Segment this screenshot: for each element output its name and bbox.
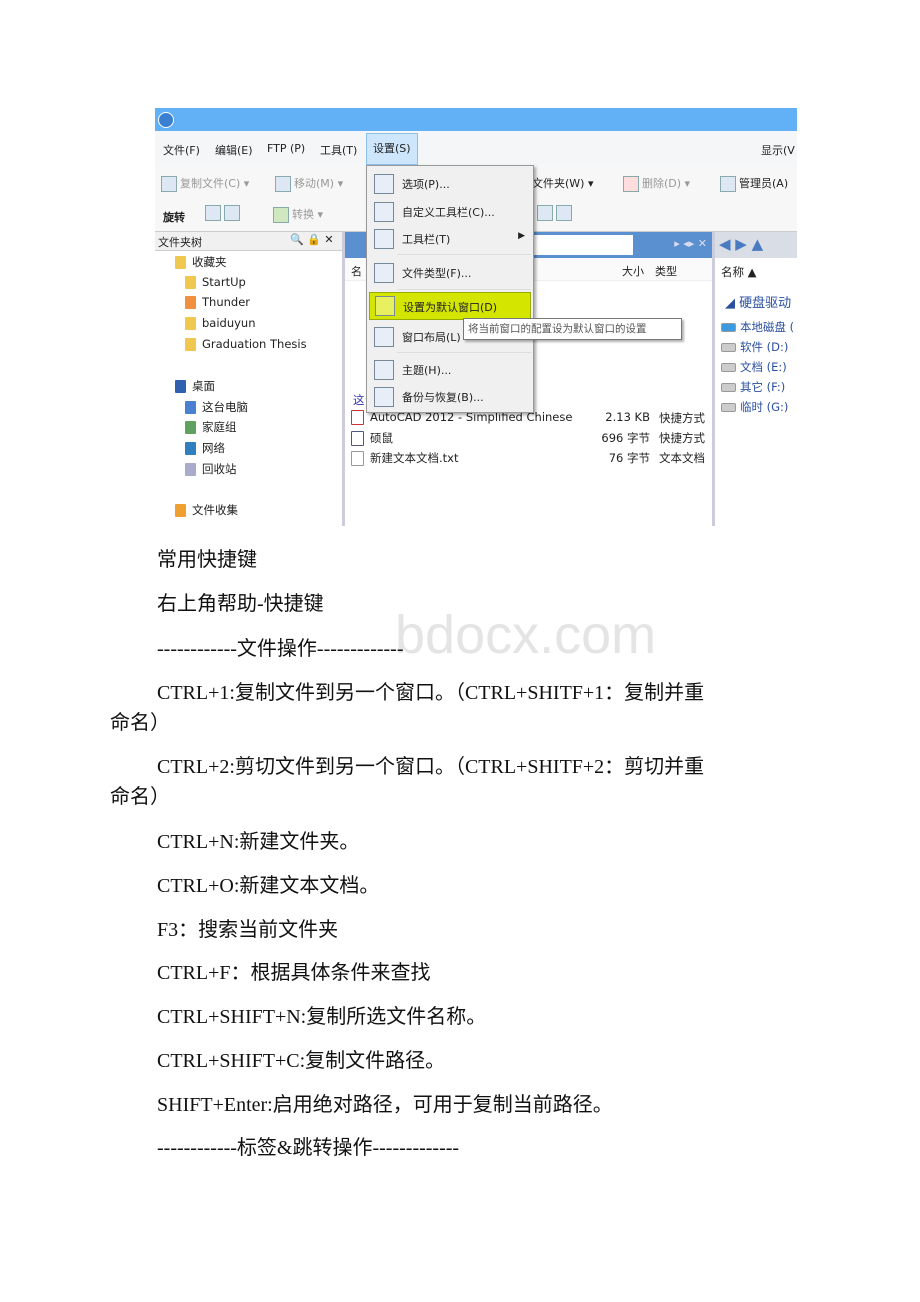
rotate-button[interactable]: 旋转 [163,209,185,225]
tooltip: 将当前窗口的配置设为默认窗口的设置 [463,318,682,340]
column-type[interactable]: 类型 [655,263,677,279]
menu-item-options[interactable]: 选项(P)... [367,168,533,198]
menu-settings[interactable]: 设置(S) [366,133,418,165]
drive-item[interactable]: 临时 (G:) [721,399,788,415]
menu-ftp[interactable]: FTP (P) [267,142,305,155]
delete-button[interactable]: 删除(D) ▾ [623,175,690,192]
pane-controls-icons[interactable]: ▸ ◂▸ ✕ [674,237,707,250]
customize-icon [374,202,394,222]
tree-item[interactable]: StartUp [185,275,246,289]
section-divider: ------------文件操作------------- [157,638,404,660]
paragraph: CTRL+O:新建文本文档。 [157,875,380,897]
image-icon[interactable] [205,205,243,221]
paragraph: 右上角帮助-快捷键 [157,593,324,615]
menu-item-backup-restore[interactable]: 备份与恢复(B)... [367,381,533,411]
menu-edit[interactable]: 编辑(E) [215,142,253,158]
menu-item-toolbars[interactable]: 工具栏(T) ▶ [367,223,533,253]
pane-header: 文件夹树 🔍 🔒 ✕ [155,232,342,251]
layout-icon [374,327,394,347]
menu-view[interactable]: 显示(V [761,142,795,158]
menu-tools[interactable]: 工具(T) [320,142,357,158]
column-name[interactable]: 名称 ▲ [721,264,757,280]
theme-icon [374,360,394,380]
back-forward-up-icons[interactable]: ◀ ▶ ▲ [719,235,763,253]
app-screenshot: 文件(F) 编辑(E) FTP (P) 工具(T) 设置(S) 显示(V 复制文… [155,108,797,526]
paragraph: 命名） [110,712,170,734]
tree-item[interactable]: baiduyun [185,316,256,330]
tree-item[interactable]: 文件收集 [175,502,238,518]
paragraph: CTRL+N:新建文件夹。 [157,831,360,853]
paragraph: CTRL+F：根据具体条件来查找 [157,962,431,984]
menu-item-theme[interactable]: 主题(H)... [367,354,533,384]
file-type-icon [374,263,394,283]
paragraph: SHIFT+Enter:启用绝对路径，可用于复制当前路径。 [157,1094,613,1116]
tree-item[interactable]: 网络 [185,440,225,456]
backup-icon [374,387,394,407]
tree-item[interactable]: 收藏夹 [175,254,227,270]
copy-file-button[interactable]: 复制文件(C) ▾ [161,175,249,192]
default-window-icon [375,296,395,316]
nav-buttons[interactable]: ◀ ▶ ▲ [715,232,797,258]
drive-pane: ◀ ▶ ▲ 名称 ▲ ◢ 硬盘驱动 本地磁盘 ( 软件 (D:) 文档 (E:)… [715,232,797,526]
section-divider: ------------标签&跳转操作------------- [157,1137,460,1159]
menu-item-file-types[interactable]: 文件类型(F)... [367,257,533,287]
title-bar [155,108,797,131]
tree-item[interactable]: 这台电脑 [185,399,248,415]
settings-dropdown-menu: 选项(P)... 自定义工具栏(C)... 工具栏(T) ▶ 文件类型(F)...… [366,165,534,413]
tree-item[interactable]: Graduation Thesis [185,337,307,351]
paragraph: 命名） [110,786,170,808]
tree-item[interactable]: 桌面 [175,378,215,394]
menu-item-set-default-window[interactable]: 设置为默认窗口(D) [369,292,531,320]
watermark: bdocx.com [395,605,657,665]
paragraph: CTRL+SHIFT+C:复制文件路径。 [157,1050,446,1072]
convert-button[interactable]: 转换 ▾ [273,206,323,223]
toolbar-icon [374,229,394,249]
menu-bar: 文件(F) 编辑(E) FTP (P) 工具(T) 设置(S) 显示(V [155,131,797,166]
paragraph: CTRL+1:复制文件到另一个窗口。（CTRL+SHITF+1：复制并重 [157,682,705,704]
file-row[interactable]: 新建文本文档.txt 76 字节 文本文档 [351,450,707,466]
drive-item[interactable]: 其它 (F:) [721,379,785,395]
paragraph: CTRL+SHIFT+N:复制所选文件名称。 [157,1006,487,1028]
paragraph: F3：搜索当前文件夹 [157,919,339,941]
drive-item[interactable]: 文档 (E:) [721,359,787,375]
drive-item[interactable]: 软件 (D:) [721,339,788,355]
admin-button[interactable]: 管理员(A) [720,175,788,192]
drive-group[interactable]: ◢ 硬盘驱动 [725,292,791,311]
tree-item[interactable]: 家庭组 [185,419,237,435]
heading: 常用快捷键 [157,549,257,571]
submenu-arrow-icon: ▶ [518,231,525,241]
tree-item[interactable]: 回收站 [185,461,237,477]
menu-file[interactable]: 文件(F) [163,142,200,158]
column-name[interactable]: 名 [351,263,362,279]
tree-item[interactable]: Thunder [185,295,250,309]
menu-item-customize-toolbar[interactable]: 自定义工具栏(C)... [367,196,533,226]
drive-item[interactable]: 本地磁盘 ( [721,319,794,335]
column-size[interactable]: 大小 [622,263,644,279]
file-row[interactable]: 硕鼠 696 字节 快捷方式 [351,430,707,446]
search-lock-close-icons[interactable]: 🔍 🔒 ✕ [290,233,334,246]
pane-title: 文件夹树 [158,236,202,249]
options-icon [374,174,394,194]
view-icons[interactable] [537,205,575,221]
move-button[interactable]: 移动(M) ▾ [275,175,343,192]
app-logo-icon [158,112,174,128]
folder-button[interactable]: 文件夹(W) ▾ [532,175,594,191]
paragraph: CTRL+2:剪切文件到另一个窗口。（CTRL+SHITF+2：剪切并重 [157,756,705,778]
folder-tree-pane: 文件夹树 🔍 🔒 ✕ 收藏夹 StartUp Thunder baiduyun G… [155,232,345,526]
